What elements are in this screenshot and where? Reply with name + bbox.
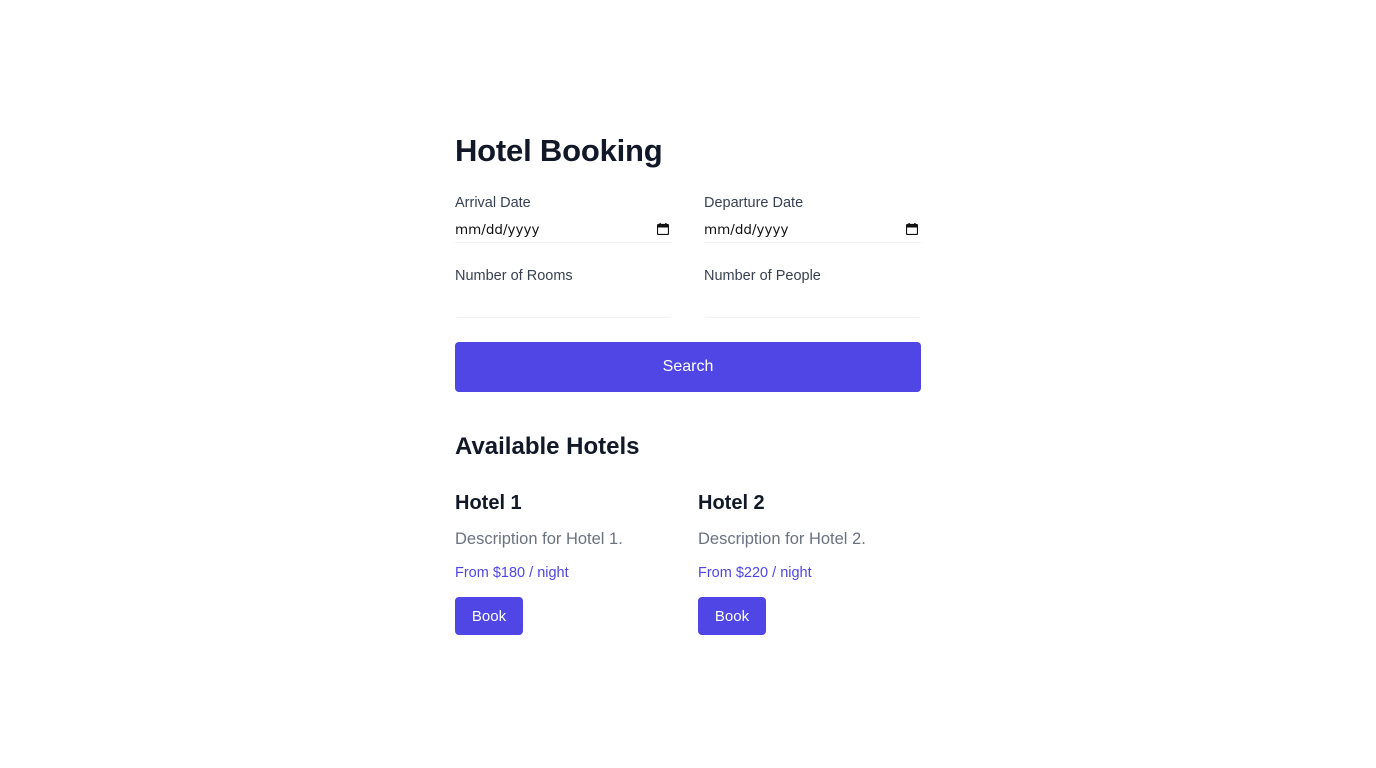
- rooms-input[interactable]: [455, 293, 672, 318]
- calendar-icon[interactable]: [906, 223, 918, 235]
- arrival-date-label: Arrival Date: [455, 195, 531, 211]
- departure-date-label: Departure Date: [704, 195, 804, 211]
- hotel-price: From $180 / night: [455, 565, 569, 581]
- departure-date-input[interactable]: mm/dd/yyyy: [704, 220, 921, 243]
- departure-date-field: Departure Date mm/dd/yyyy: [704, 194, 921, 243]
- rooms-label: Number of Rooms: [455, 268, 573, 284]
- arrival-date-field: Arrival Date mm/dd/yyyy: [455, 194, 672, 243]
- hotel-description: Description for Hotel 2.: [698, 530, 866, 548]
- arrival-date-value: mm/dd/yyyy: [455, 222, 540, 238]
- people-input[interactable]: [704, 293, 921, 318]
- booking-form: Arrival Date mm/dd/yyyy Departure Date m…: [455, 194, 921, 318]
- hotel-list: Hotel 1 Description for Hotel 1. From $1…: [455, 490, 921, 635]
- people-label: Number of People: [704, 268, 821, 284]
- hotel-name: Hotel 1: [455, 492, 522, 514]
- search-button[interactable]: Search: [455, 342, 921, 392]
- arrival-date-input[interactable]: mm/dd/yyyy: [455, 220, 672, 243]
- departure-date-value: mm/dd/yyyy: [704, 222, 789, 238]
- booking-page: Hotel Booking Arrival Date mm/dd/yyyy De…: [455, 132, 921, 635]
- available-hotels-heading: Available Hotels: [455, 433, 640, 460]
- calendar-icon[interactable]: [657, 223, 669, 235]
- people-field: Number of People: [704, 267, 921, 318]
- rooms-field: Number of Rooms: [455, 267, 672, 318]
- hotel-card: Hotel 2 Description for Hotel 2. From $2…: [698, 490, 921, 635]
- hotel-price: From $220 / night: [698, 565, 812, 581]
- book-button[interactable]: Book: [698, 597, 766, 635]
- hotel-card: Hotel 1 Description for Hotel 1. From $1…: [455, 490, 698, 635]
- book-button[interactable]: Book: [455, 597, 523, 635]
- page-title: Hotel Booking: [455, 133, 663, 168]
- hotel-name: Hotel 2: [698, 492, 765, 514]
- hotel-description: Description for Hotel 1.: [455, 530, 623, 548]
